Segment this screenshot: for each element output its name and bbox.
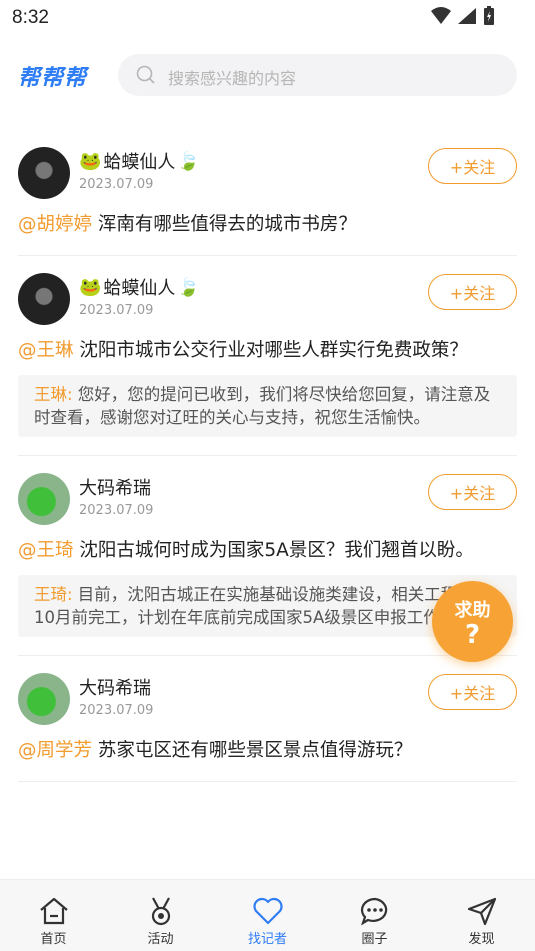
question-feed: 🐸 蛤蟆仙人 🍃 2023.07.09 +关注 @胡婷婷 浑南有哪些值得去的城市书房… bbox=[0, 130, 535, 782]
tab-label: 圈子 bbox=[361, 932, 388, 947]
post-date: 2023.07.09 bbox=[79, 177, 154, 192]
tab-activity[interactable]: 活动 bbox=[107, 880, 214, 951]
tab-label: 活动 bbox=[147, 932, 174, 947]
reply-text: 目前，沈阳古城正在实施基础设施类建设，相关工程预计10月前完工，计划在年底前完成… bbox=[34, 585, 491, 627]
tab-discover[interactable]: 发现 bbox=[428, 880, 535, 951]
post-item[interactable]: 大码希瑞 2023.07.09 +关注 @周学芳 苏家屯区还有哪些景区景点值得游… bbox=[18, 656, 517, 782]
mention[interactable]: @周学芳 bbox=[18, 740, 92, 761]
reply-text: 您好，您的提问已收到，我们将尽快给您回复，请注意及时查看，感谢您对辽旺的关心与支… bbox=[34, 385, 491, 427]
post-author[interactable]: 🐸 蛤蟆仙人 🍃 bbox=[79, 274, 200, 300]
post-date: 2023.07.09 bbox=[79, 703, 154, 718]
reply-box: 王琳: 您好，您的提问已收到，我们将尽快给您回复，请注意及时查看，感谢您对辽旺的… bbox=[18, 375, 517, 437]
tab-label: 找记者 bbox=[247, 932, 287, 947]
signal-icon bbox=[458, 8, 476, 24]
follow-button[interactable]: +关注 bbox=[428, 674, 517, 710]
post-author[interactable]: 大码希瑞 bbox=[79, 474, 151, 500]
app-header: 帮帮帮 搜索感兴趣的内容 bbox=[0, 50, 535, 100]
chat-bubble-icon bbox=[360, 897, 387, 926]
home-icon bbox=[39, 897, 68, 925]
battery-icon bbox=[484, 6, 494, 25]
leaf-icon: 🍃 bbox=[177, 150, 200, 172]
heart-icon bbox=[252, 897, 283, 925]
status-time: 8:32 bbox=[12, 7, 49, 28]
avatar[interactable] bbox=[18, 673, 70, 725]
avatar[interactable] bbox=[18, 147, 70, 199]
tab-circle[interactable]: 圈子 bbox=[321, 880, 428, 951]
avatar[interactable] bbox=[18, 473, 70, 525]
medal-icon bbox=[151, 897, 170, 926]
mention[interactable]: @王琦 bbox=[18, 540, 74, 561]
tab-label: 首页 bbox=[40, 932, 67, 947]
tab-find-reporter[interactable]: 找记者 bbox=[214, 880, 321, 951]
post-date: 2023.07.09 bbox=[79, 303, 154, 318]
post-item[interactable]: 🐸 蛤蟆仙人 🍃 2023.07.09 +关注 @王琳 沈阳市城市公交行业对哪些人群… bbox=[18, 256, 517, 456]
help-fab-button[interactable]: 求助 ? bbox=[432, 581, 513, 662]
post-author[interactable]: 🐸 蛤蟆仙人 🍃 bbox=[79, 148, 200, 174]
avatar[interactable] bbox=[18, 273, 70, 325]
frog-icon: 🐸 bbox=[79, 150, 102, 172]
frog-icon: 🐸 bbox=[79, 276, 102, 298]
help-fab-label: 求助 bbox=[454, 600, 491, 621]
search-input[interactable]: 搜索感兴趣的内容 bbox=[118, 54, 517, 96]
reply-author: 王琳: bbox=[34, 385, 73, 404]
status-bar: 8:32 bbox=[0, 0, 535, 36]
mention[interactable]: @王琳 bbox=[18, 340, 74, 361]
post-date: 2023.07.09 bbox=[79, 503, 154, 518]
search-placeholder: 搜索感兴趣的内容 bbox=[168, 69, 297, 88]
search-icon bbox=[136, 65, 155, 84]
app-logo: 帮帮帮 bbox=[18, 66, 88, 91]
follow-button[interactable]: +关注 bbox=[428, 274, 517, 310]
bottom-tab-bar: 首页 活动 找记者 圈子 发现 bbox=[0, 879, 535, 951]
tab-home[interactable]: 首页 bbox=[0, 880, 107, 951]
send-icon bbox=[467, 897, 496, 926]
mention[interactable]: @胡婷婷 bbox=[18, 214, 92, 235]
wifi-icon bbox=[431, 7, 451, 24]
follow-button[interactable]: +关注 bbox=[428, 474, 517, 510]
reply-author: 王琦: bbox=[34, 585, 73, 604]
question-mark-icon: ? bbox=[464, 620, 481, 650]
post-item[interactable]: 🐸 蛤蟆仙人 🍃 2023.07.09 +关注 @胡婷婷 浑南有哪些值得去的城市书房… bbox=[18, 130, 517, 256]
tab-label: 发现 bbox=[468, 932, 495, 947]
leaf-icon: 🍃 bbox=[177, 276, 200, 298]
status-icons bbox=[431, 6, 495, 26]
follow-button[interactable]: +关注 bbox=[428, 148, 517, 184]
post-author[interactable]: 大码希瑞 bbox=[79, 674, 151, 700]
